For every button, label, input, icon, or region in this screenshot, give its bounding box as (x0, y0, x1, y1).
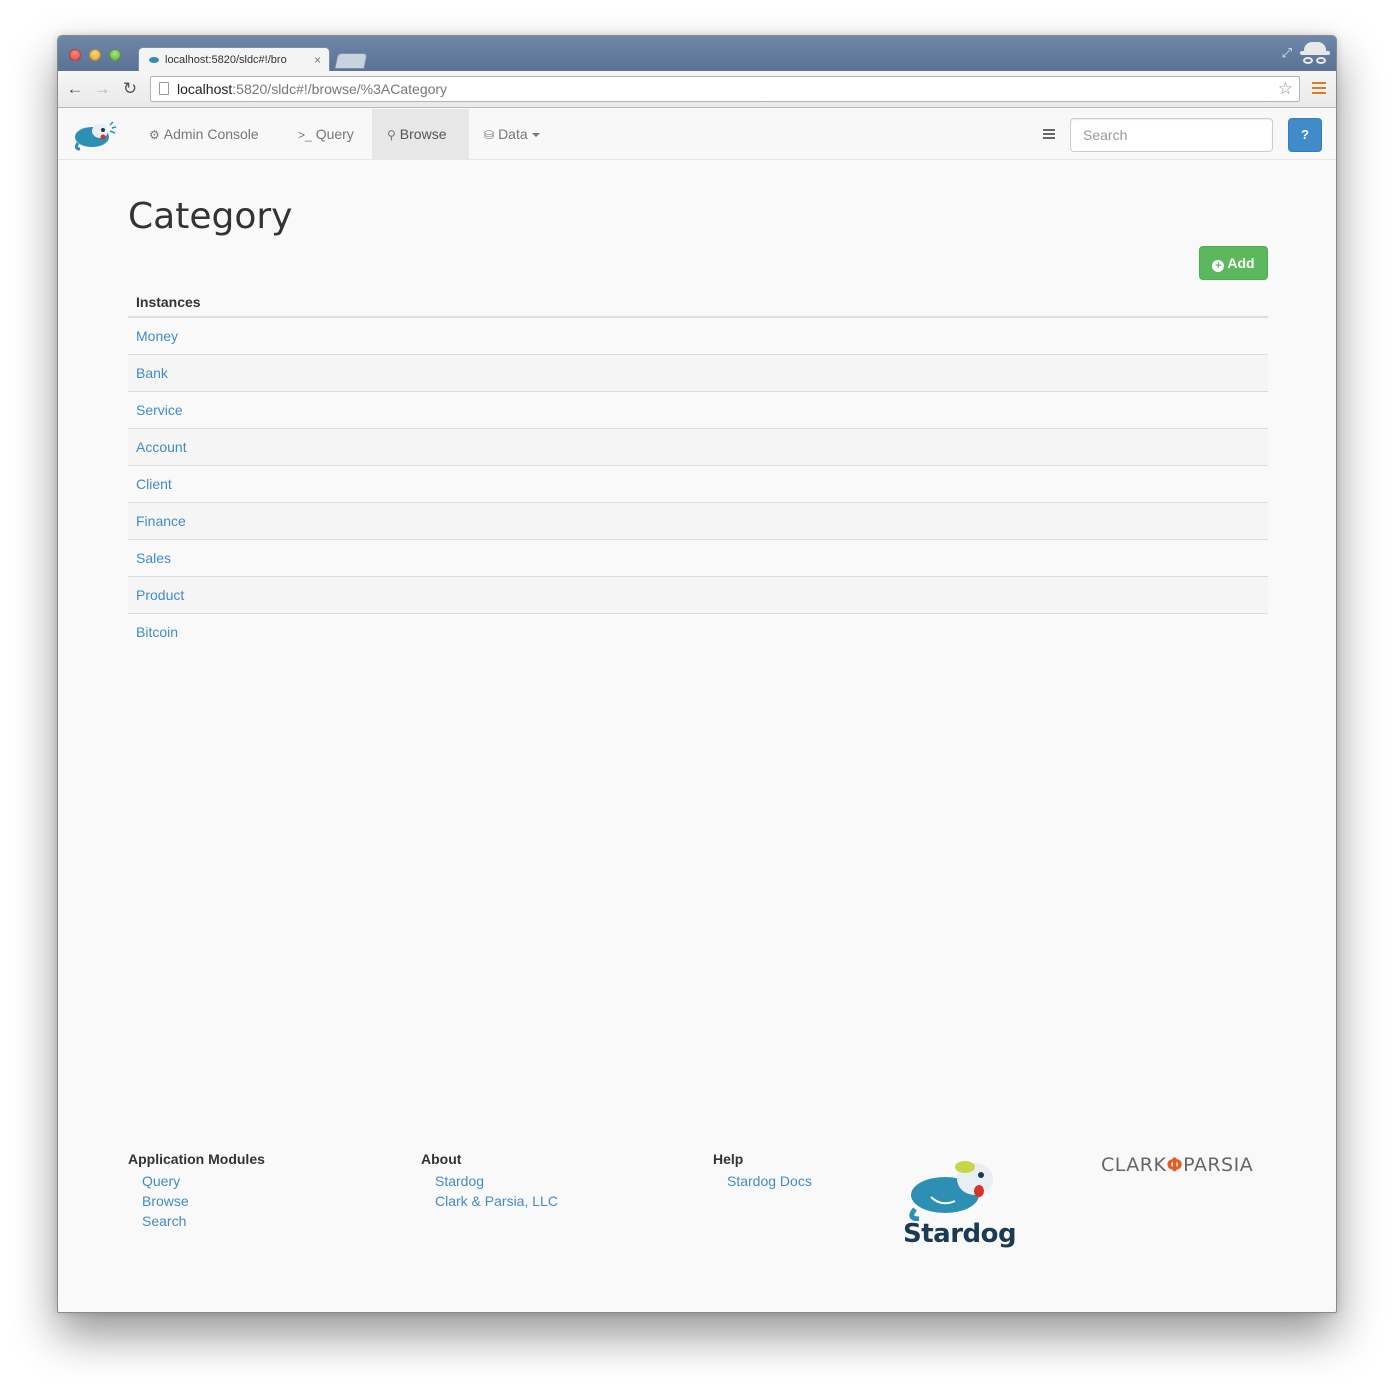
table-row: Money (128, 316, 1268, 354)
forward-arrow-icon[interactable]: → (91, 78, 113, 100)
hamburger-menu-icon[interactable] (1043, 129, 1055, 141)
stardog-favicon-icon (147, 55, 161, 65)
footer-link-search[interactable]: Search (128, 1211, 265, 1231)
table-row: Account (128, 427, 1268, 465)
instances-table: Instances Money Bank Service Account Cli… (128, 280, 1268, 650)
nav-data-label: Data (498, 126, 528, 142)
nav-admin-label: Admin Console (163, 126, 259, 142)
clark-parsia-logo: CLARKΦPARSIA (1101, 1154, 1253, 1176)
table-row: Sales (128, 538, 1268, 576)
nav-data-dropdown[interactable]: ⛁ Data (469, 109, 555, 159)
instance-link[interactable]: Service (136, 402, 183, 418)
page-footer: Application Modules Query Browse Search … (58, 1151, 1336, 1311)
footer-link-browse[interactable]: Browse (128, 1191, 265, 1211)
url-host: localhost (177, 81, 233, 97)
footer-link-clark-parsia[interactable]: Clark & Parsia, LLC (421, 1191, 558, 1211)
footer-modules: Application Modules Query Browse Search (128, 1151, 265, 1231)
incognito-icon (1300, 40, 1330, 68)
browser-tab[interactable]: localhost:5820/sldc#!/bro × (138, 47, 330, 72)
footer-link-stardog[interactable]: Stardog (421, 1171, 558, 1191)
footer-about-heading: About (421, 1151, 462, 1167)
sitemap-icon: ⚲ (387, 128, 396, 142)
plus-circle-icon: + (1212, 260, 1225, 272)
instance-link[interactable]: Finance (136, 513, 186, 529)
minimize-window-button[interactable] (89, 49, 101, 61)
add-button-label: Add (1227, 255, 1255, 271)
nav-query-label: Query (315, 126, 354, 142)
fullscreen-icon[interactable]: ⤢ (1282, 45, 1292, 61)
browser-toolbar: ← → ↻ localhost:5820/sldc#!/browse/%3ACa… (58, 71, 1336, 108)
table-row: Client (128, 464, 1268, 502)
table-row: Bank (128, 353, 1268, 391)
tab-close-icon[interactable]: × (314, 53, 321, 67)
app-navbar: ⚙Admin Console >_Query ⚲Browse ⛁Data ? (58, 109, 1336, 160)
caret-down-icon (531, 133, 540, 138)
page-title: Category (128, 196, 293, 237)
instance-link[interactable]: Bank (136, 365, 168, 381)
stardog-mascot-icon (909, 1161, 993, 1222)
instance-link[interactable]: Sales (136, 550, 171, 566)
page-icon (159, 82, 169, 95)
table-row: Product (128, 575, 1268, 613)
instances-header: Instances (128, 280, 1268, 318)
cp-logo-left: CLARK (1101, 1154, 1167, 1176)
tab-title: localhost:5820/sldc#!/bro (165, 54, 287, 66)
stardog-footer-logo: Stardog (903, 1151, 1017, 1256)
cp-logo-right: PARSIA (1183, 1154, 1254, 1176)
nav-admin-console[interactable]: ⚙ Admin Console (134, 109, 274, 159)
new-tab-button[interactable] (334, 53, 368, 69)
url-path: :5820/sldc#!/browse/%3ACategory (232, 81, 448, 97)
stardog-brand-logo[interactable] (70, 117, 120, 153)
table-row: Finance (128, 501, 1268, 539)
add-button[interactable]: + Add (1199, 246, 1268, 280)
instance-link[interactable]: Client (136, 476, 172, 492)
cp-mark-icon: Φ (1166, 1154, 1184, 1176)
nav-browse-label: Browse (399, 126, 447, 142)
close-window-button[interactable] (69, 49, 81, 61)
footer-help-heading: Help (713, 1151, 744, 1167)
footer-help: Help Stardog Docs (713, 1151, 812, 1191)
nav-browse[interactable]: ⚲ Browse (372, 109, 469, 159)
nav-query[interactable]: >_ Query (283, 109, 369, 159)
footer-link-query[interactable]: Query (128, 1171, 265, 1191)
zoom-window-button[interactable] (109, 49, 121, 61)
stardog-logo-text: Stardog (903, 1219, 1017, 1249)
footer-modules-heading: Application Modules (128, 1151, 265, 1167)
footer-about: About Stardog Clark & Parsia, LLC (421, 1151, 558, 1211)
gears-icon: ⚙ (149, 128, 160, 142)
back-arrow-icon[interactable]: ← (64, 78, 86, 100)
instance-link[interactable]: Product (136, 587, 184, 603)
address-bar[interactable]: localhost:5820/sldc#!/browse/%3ACategory… (150, 76, 1300, 102)
instance-link[interactable]: Money (136, 328, 178, 344)
table-row: Service (128, 390, 1268, 428)
footer-link-stardog-docs[interactable]: Stardog Docs (713, 1171, 812, 1191)
hdd-icon: ⛁ (484, 128, 495, 142)
reload-icon[interactable]: ↻ (119, 78, 141, 100)
search-input[interactable] (1070, 118, 1273, 152)
browser-titlebar: localhost:5820/sldc#!/bro × ⤢ (58, 36, 1336, 72)
help-button[interactable]: ? (1288, 118, 1322, 152)
table-row: Bitcoin (128, 612, 1268, 650)
terminal-icon: >_ (298, 128, 312, 142)
browser-window: localhost:5820/sldc#!/bro × ⤢ ← → ↻ loca… (57, 35, 1337, 1313)
bookmark-star-icon[interactable]: ☆ (1278, 77, 1293, 101)
instance-link[interactable]: Account (136, 439, 187, 455)
browser-menu-icon[interactable] (1312, 82, 1326, 96)
instance-link[interactable]: Bitcoin (136, 624, 178, 640)
